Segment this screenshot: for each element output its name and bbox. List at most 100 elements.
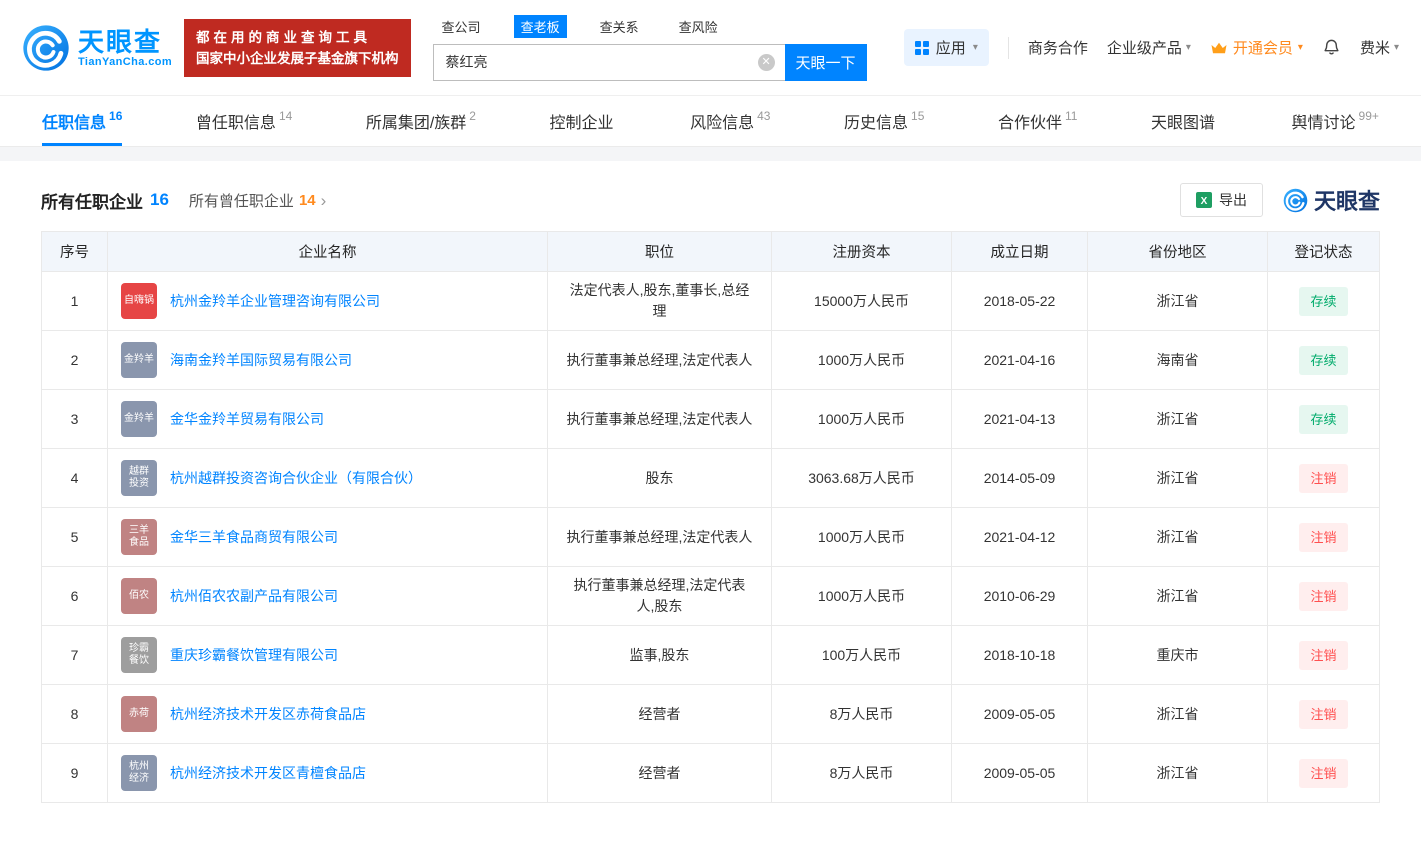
date-cell: 2018-10-18 bbox=[952, 626, 1088, 685]
tab-graph[interactable]: 天眼图谱 bbox=[1151, 96, 1218, 146]
search-button[interactable]: 天眼一下 bbox=[785, 44, 867, 81]
row-index: 3 bbox=[42, 390, 108, 449]
company-name-link[interactable]: 海南金羚羊国际贸易有限公司 bbox=[170, 350, 352, 371]
clear-input-icon[interactable]: ✕ bbox=[758, 54, 775, 71]
tab-public-opinion[interactable]: 舆情讨论99+ bbox=[1292, 96, 1379, 146]
company-name-link[interactable]: 杭州经济技术开发区青檀食品店 bbox=[170, 763, 366, 784]
company-name-link[interactable]: 重庆珍霸餐饮管理有限公司 bbox=[170, 645, 338, 666]
status-badge: 注销 bbox=[1299, 523, 1347, 552]
row-index: 6 bbox=[42, 567, 108, 626]
svg-text:X: X bbox=[1201, 196, 1208, 207]
logo-subtext: TianYanCha.com bbox=[78, 56, 172, 68]
tianyancha-logo[interactable]: 天眼查 TianYanCha.com bbox=[22, 24, 172, 72]
tab-positions[interactable]: 任职信息16 bbox=[42, 96, 122, 146]
search-tab-risk[interactable]: 查风险 bbox=[672, 15, 725, 38]
apps-menu-button[interactable]: 应用 ▾ bbox=[904, 29, 989, 66]
promo-line-1: 都在用的商业查询工具 bbox=[196, 27, 399, 48]
capital-cell: 1000万人民币 bbox=[772, 508, 952, 567]
position-cell: 执行董事兼总经理,法定代表人 bbox=[548, 331, 772, 390]
crown-icon bbox=[1210, 41, 1228, 55]
username: 费米 bbox=[1360, 37, 1390, 58]
user-menu[interactable]: 费米 ▾ bbox=[1360, 37, 1399, 58]
company-logo: 珍霸餐饮 bbox=[121, 637, 157, 673]
row-index: 8 bbox=[42, 685, 108, 744]
table-row: 4 越群投资 杭州越群投资咨询合伙企业（有限合伙） 股东 3063.68万人民币… bbox=[42, 449, 1380, 508]
company-logo: 赤荷 bbox=[121, 696, 157, 732]
tab-count: 16 bbox=[109, 109, 122, 123]
enterprise-products-label: 企业级产品 bbox=[1107, 37, 1182, 58]
tab-controlled-companies[interactable]: 控制企业 bbox=[550, 96, 617, 146]
chevron-right-icon: › bbox=[321, 193, 327, 208]
section-divider bbox=[0, 147, 1421, 161]
position-cell: 执行董事兼总经理,法定代表人,股东 bbox=[548, 567, 772, 626]
col-header-region: 省份地区 bbox=[1088, 232, 1268, 272]
tab-count: 14 bbox=[279, 109, 292, 123]
logo-text: 天眼查 bbox=[78, 28, 172, 56]
status-badge: 注销 bbox=[1299, 759, 1347, 788]
col-header-position: 职位 bbox=[548, 232, 772, 272]
company-logo: 杭州经济 bbox=[121, 755, 157, 791]
company-name-link[interactable]: 金华三羊食品商贸有限公司 bbox=[170, 527, 338, 548]
status-badge: 注销 bbox=[1299, 464, 1347, 493]
region-cell: 浙江省 bbox=[1088, 567, 1268, 626]
region-cell: 浙江省 bbox=[1088, 272, 1268, 331]
position-cell: 经营者 bbox=[548, 744, 772, 803]
tab-history-info[interactable]: 历史信息15 bbox=[844, 96, 924, 146]
section-title-count: 16 bbox=[150, 190, 169, 210]
section-header: 所有任职企业 16 所有曾任职企业 14 › X 导出 bbox=[41, 181, 1380, 219]
search-input[interactable] bbox=[433, 44, 785, 81]
region-cell: 浙江省 bbox=[1088, 508, 1268, 567]
company-name-link[interactable]: 金华金羚羊贸易有限公司 bbox=[170, 409, 324, 430]
region-cell: 浙江省 bbox=[1088, 685, 1268, 744]
watermark-text: 天眼查 bbox=[1314, 184, 1380, 216]
row-index: 9 bbox=[42, 744, 108, 803]
capital-cell: 8万人民币 bbox=[772, 685, 952, 744]
company-name-link[interactable]: 杭州经济技术开发区赤荷食品店 bbox=[170, 704, 366, 725]
open-vip-button[interactable]: 开通会员 ▾ bbox=[1210, 37, 1303, 58]
tab-group-cluster[interactable]: 所属集团/族群2 bbox=[366, 96, 476, 146]
company-logo: 越群投资 bbox=[121, 460, 157, 496]
company-name-link[interactable]: 杭州佰农农副产品有限公司 bbox=[170, 586, 338, 607]
main-content: 所有任职企业 16 所有曾任职企业 14 › X 导出 bbox=[0, 181, 1421, 803]
date-cell: 2021-04-12 bbox=[952, 508, 1088, 567]
vip-label: 开通会员 bbox=[1233, 37, 1293, 58]
date-cell: 2009-05-05 bbox=[952, 744, 1088, 803]
logo-swirl-icon bbox=[22, 24, 70, 72]
enterprise-products-menu[interactable]: 企业级产品 ▾ bbox=[1107, 37, 1191, 58]
table-row: 7 珍霸餐饮 重庆珍霸餐饮管理有限公司 监事,股东 100万人民币 2018-1… bbox=[42, 626, 1380, 685]
section-title: 所有任职企业 bbox=[41, 188, 143, 213]
search-tab-company[interactable]: 查公司 bbox=[435, 15, 488, 38]
region-cell: 浙江省 bbox=[1088, 744, 1268, 803]
row-index: 4 bbox=[42, 449, 108, 508]
status-badge: 存续 bbox=[1299, 287, 1347, 316]
export-button[interactable]: X 导出 bbox=[1180, 183, 1263, 217]
row-index: 1 bbox=[42, 272, 108, 331]
promo-line-2: 国家中小企业发展子基金旗下机构 bbox=[196, 48, 399, 69]
capital-cell: 8万人民币 bbox=[772, 744, 952, 803]
table-row: 3 金羚羊 金华金羚羊贸易有限公司 执行董事兼总经理,法定代表人 1000万人民… bbox=[42, 390, 1380, 449]
former-positions-link[interactable]: 所有曾任职企业 14 › bbox=[189, 190, 326, 211]
business-cooperation-link[interactable]: 商务合作 bbox=[1028, 37, 1088, 58]
search-tab-boss[interactable]: 查老板 bbox=[514, 15, 567, 38]
table-row: 1 自嗨锅 杭州金羚羊企业管理咨询有限公司 法定代表人,股东,董事长,总经理 1… bbox=[42, 272, 1380, 331]
date-cell: 2009-05-05 bbox=[952, 685, 1088, 744]
chevron-down-icon: ▾ bbox=[1394, 42, 1399, 53]
company-name-link[interactable]: 杭州金羚羊企业管理咨询有限公司 bbox=[170, 291, 380, 312]
former-positions-count: 14 bbox=[299, 192, 316, 209]
table-row: 8 赤荷 杭州经济技术开发区赤荷食品店 经营者 8万人民币 2009-05-05… bbox=[42, 685, 1380, 744]
notification-bell-icon[interactable] bbox=[1322, 37, 1341, 58]
company-name-link[interactable]: 杭州越群投资咨询合伙企业（有限合伙） bbox=[170, 468, 422, 489]
position-cell: 经营者 bbox=[548, 685, 772, 744]
chevron-down-icon: ▾ bbox=[1298, 42, 1303, 53]
status-badge: 注销 bbox=[1299, 641, 1347, 670]
tab-partners[interactable]: 合作伙伴11 bbox=[998, 96, 1077, 146]
col-header-company: 企业名称 bbox=[108, 232, 548, 272]
divider bbox=[1008, 37, 1009, 59]
promo-banner: 都在用的商业查询工具 国家中小企业发展子基金旗下机构 bbox=[184, 19, 411, 77]
tab-former-positions[interactable]: 曾任职信息14 bbox=[196, 96, 292, 146]
search-type-tabs: 查公司 查老板 查关系 查风险 bbox=[435, 15, 867, 38]
col-header-capital: 注册资本 bbox=[772, 232, 952, 272]
apps-grid-icon bbox=[915, 41, 929, 55]
search-tab-relation[interactable]: 查关系 bbox=[593, 15, 646, 38]
tab-risk-info[interactable]: 风险信息43 bbox=[690, 96, 770, 146]
